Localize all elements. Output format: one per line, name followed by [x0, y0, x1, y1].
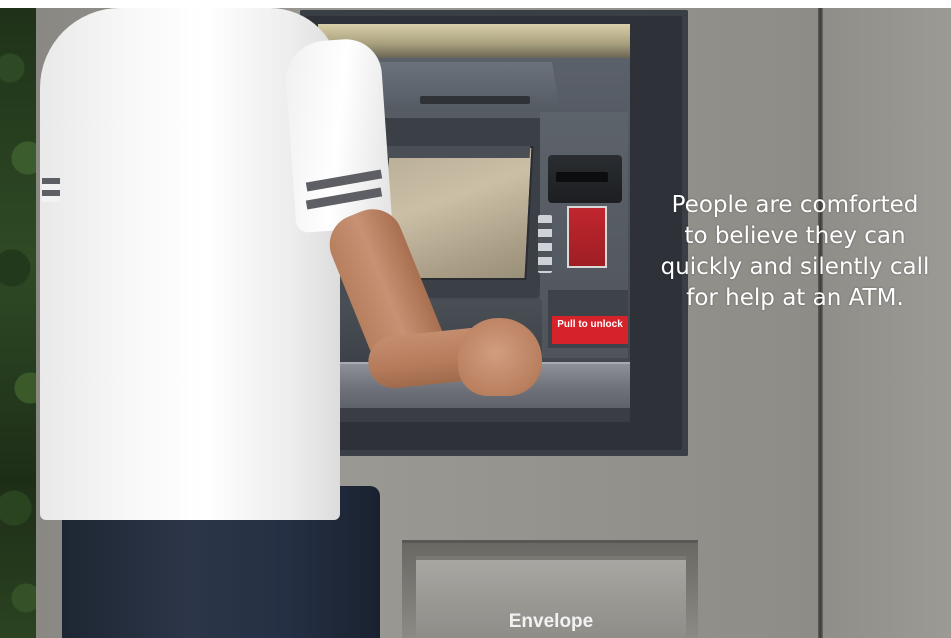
kiosk-right-panel: [823, 8, 951, 638]
person-hand: [458, 318, 542, 396]
top-border: [0, 0, 951, 8]
atm-photo-scene: Pull to unlock Envelope People are comfo…: [0, 0, 951, 638]
caption-text: People are comforted to believe they can…: [660, 192, 930, 311]
envelope-label: Envelope: [508, 611, 594, 632]
atm-shelf-lip: [322, 408, 630, 422]
accessibility-icons: [538, 215, 552, 273]
card-sticker: [567, 206, 607, 268]
receipt-warning-label: Pull to unlock: [552, 316, 628, 344]
left-sleeve-stripe: [42, 178, 60, 202]
atm-hood-slot: [420, 96, 530, 104]
card-slot: [556, 172, 608, 182]
atm-screen-top-bar: [383, 146, 531, 158]
